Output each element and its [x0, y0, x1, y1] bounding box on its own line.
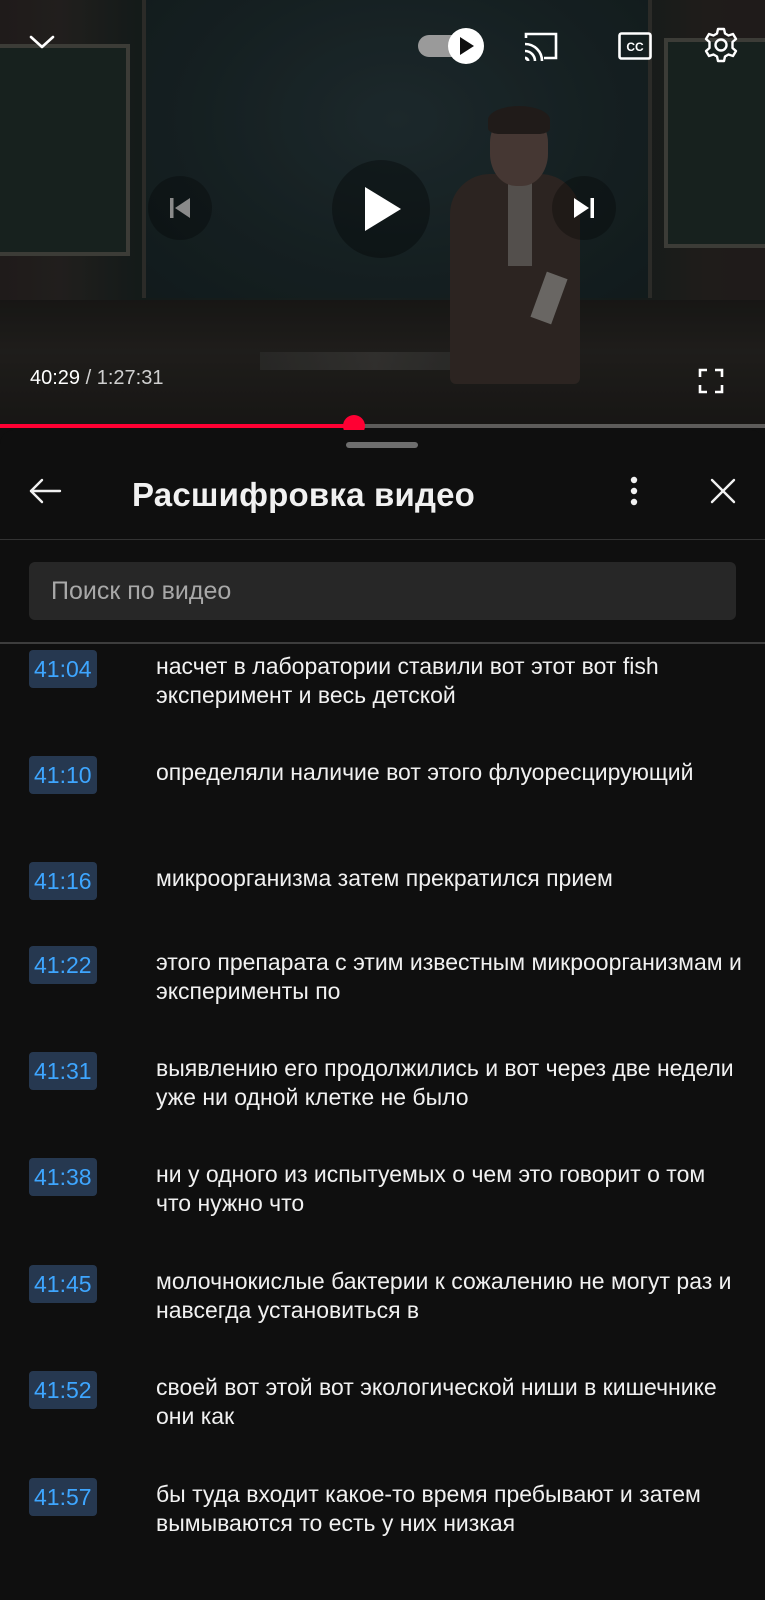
segment-text: бы туда входит какое-то время пребывают …	[156, 1481, 701, 1536]
transcript-segment[interactable]: 41:22 этого препарата с этим известным ми…	[0, 946, 765, 1046]
transcript-segment[interactable]: 41:38 ни у одного из испытуемых о чем это…	[0, 1158, 765, 1258]
transcript-segment[interactable]: 41:45 молочнокислые бактерии к сожалению …	[0, 1265, 765, 1365]
segment-text: своей вот этой вот экологической ниши в …	[156, 1374, 717, 1429]
skip-previous-icon	[170, 198, 190, 218]
transcript-search[interactable]	[29, 562, 736, 620]
gear-icon	[704, 27, 738, 63]
close-panel-button[interactable]	[700, 468, 746, 514]
segment-text: молочнокислые бактерии к сожалению не мо…	[156, 1268, 732, 1323]
segment-timestamp[interactable]: 41:22	[29, 946, 97, 984]
captions-button[interactable]: CC	[612, 24, 658, 68]
transcript-panel: Расшифровка видео 41:04 насчет в лаборато…	[0, 430, 765, 1600]
segment-timestamp[interactable]: 41:45	[29, 1265, 97, 1303]
cc-icon: CC	[618, 32, 652, 60]
close-icon	[710, 478, 736, 504]
segment-timestamp[interactable]: 41:57	[29, 1478, 97, 1516]
segment-timestamp[interactable]: 41:10	[29, 756, 97, 794]
autoplay-toggle[interactable]	[418, 28, 486, 64]
autoplay-play-icon	[460, 37, 474, 55]
autoplay-knob	[448, 28, 484, 64]
arrow-left-icon	[29, 478, 62, 504]
more-options-button[interactable]	[614, 468, 654, 514]
time-separator: /	[85, 367, 92, 389]
previous-video-button[interactable]	[148, 176, 212, 240]
segment-timestamp[interactable]: 41:38	[29, 1158, 97, 1196]
chevron-down-icon	[29, 35, 55, 49]
segment-text: определяли наличие вот этого флуоресциру…	[156, 759, 694, 785]
transcript-segment[interactable]: 41:57 бы туда входит какое-то время пребы…	[0, 1478, 765, 1578]
segment-text: ни у одного из испытуемых о чем это гово…	[156, 1161, 706, 1216]
segment-timestamp[interactable]: 41:31	[29, 1052, 97, 1090]
seek-bar[interactable]	[0, 415, 765, 437]
transcript-segment[interactable]: 41:52 своей вот этой вот экологической ни…	[0, 1371, 765, 1471]
transcript-segment[interactable]: 41:31 выявлению его продолжились и вот че…	[0, 1052, 765, 1152]
fullscreen-button[interactable]	[694, 364, 728, 398]
segment-timestamp[interactable]: 41:16	[29, 862, 97, 900]
segment-timestamp[interactable]: 41:04	[29, 650, 97, 688]
time-readout: 40:29 / 1:27:31	[30, 367, 163, 390]
segment-text: выявлению его продолжились и вот через д…	[156, 1055, 734, 1110]
segment-text: этого препарата с этим известным микроор…	[156, 949, 742, 1004]
panel-title: Расшифровка видео	[132, 476, 476, 513]
segment-text: микроорганизма затем прекратился прием	[156, 865, 613, 891]
fullscreen-icon	[698, 368, 724, 394]
segment-timestamp[interactable]: 41:52	[29, 1371, 97, 1409]
transcript-header: Расшифровка видео	[0, 448, 765, 540]
search-input[interactable]	[29, 562, 736, 620]
next-video-button[interactable]	[552, 176, 616, 240]
transcript-segment[interactable]: 41:04 насчет в лаборатории ставили вот эт…	[0, 650, 765, 750]
segment-text: насчет в лаборатории ставили вот этот во…	[156, 653, 659, 708]
svg-text:CC: CC	[626, 40, 644, 54]
skip-next-icon	[574, 198, 594, 218]
play-icon	[365, 187, 401, 231]
duration: 1:27:31	[96, 367, 164, 389]
search-divider	[0, 642, 765, 644]
more-vertical-icon	[630, 476, 638, 506]
minimize-button[interactable]	[22, 22, 62, 62]
transcript-segment[interactable]: 41:10 определяли наличие вот этого флуоре…	[0, 756, 765, 856]
seek-bar-played	[0, 424, 354, 428]
current-time: 40:29	[30, 367, 81, 389]
cast-icon	[524, 32, 558, 62]
video-player[interactable]: CC 40:29 / 1:27:31	[0, 0, 765, 428]
cast-button[interactable]	[518, 24, 564, 68]
settings-button[interactable]	[698, 22, 744, 68]
play-button[interactable]	[332, 160, 430, 258]
back-button[interactable]	[22, 468, 68, 514]
